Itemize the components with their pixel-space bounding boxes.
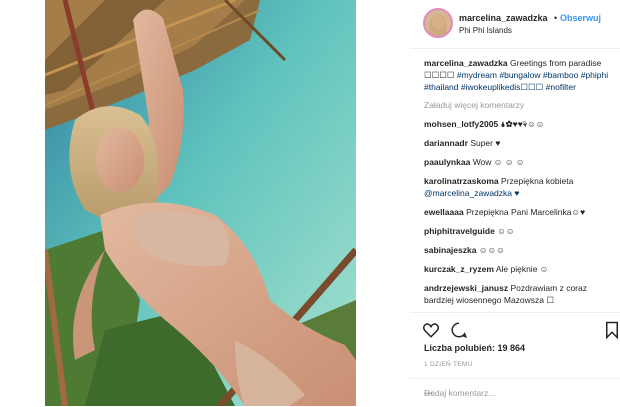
post-time[interactable]: 1 DZIEŃ TEMU: [424, 361, 473, 368]
avatar[interactable]: [423, 8, 453, 38]
post-photo[interactable]: [45, 0, 356, 406]
comment-username[interactable]: mohsen_lotfy2005: [424, 119, 498, 129]
instagram-post: marcelina_zawadzka • Obserwuj Phi Phi Is…: [0, 0, 620, 406]
comment: ewellaaaa Przepiękna Pani Marcelinka☺♥: [424, 206, 614, 218]
comment: kurczak_z_ryzem Ale pięknie ☺: [424, 263, 614, 275]
comment-username[interactable]: andrzejewski_janusz: [424, 283, 508, 293]
comment-username[interactable]: dariannadr: [424, 138, 468, 148]
comment-text: Przepiękna Pani Marcelinka☺♥: [466, 207, 586, 217]
post-location[interactable]: Phi Phi Islands: [459, 26, 512, 35]
action-bar: [410, 312, 620, 343]
caption: marcelina_zawadzka Greetings from paradi…: [424, 57, 614, 93]
comment-text: Ale pięknie ☺: [495, 264, 549, 274]
hashtag[interactable]: #bamboo: [543, 70, 578, 80]
comment: andrzejewski_janusz Pozdrawiam z coraz b…: [424, 282, 614, 306]
post-username[interactable]: marcelina_zawadzka: [459, 13, 548, 23]
comment: paaulynkaa Wow ☺ ☺ ☺: [424, 156, 614, 168]
comment-username[interactable]: ewellaaaa: [424, 207, 464, 217]
more-options-icon[interactable]: •••: [424, 388, 612, 398]
comment: dariannadr Super ♥: [424, 137, 614, 149]
comment-username[interactable]: phiphitravelguide: [424, 226, 495, 236]
comment-username[interactable]: karolinatrzaskoma: [424, 176, 499, 186]
hashtag[interactable]: #bungalow: [499, 70, 540, 80]
comment-text: Super ♥: [470, 138, 501, 148]
comments-list[interactable]: marcelina_zawadzka Greetings from paradi…: [424, 57, 614, 310]
avatar-image: [425, 10, 451, 36]
comment-text: ☺☺: [497, 226, 515, 236]
hashtag[interactable]: #iwokeuplikedis☐☐☐: [461, 82, 543, 92]
follow-button[interactable]: Obserwuj: [560, 13, 601, 23]
comment-text: Wow ☺ ☺ ☺: [472, 157, 525, 167]
comment-text: Przepiękna kobieta: [501, 176, 574, 186]
comment: karolinatrzaskoma Przepiękna kobieta @ma…: [424, 175, 614, 199]
comment-username[interactable]: kurczak_z_ryzem: [424, 264, 494, 274]
hashtag[interactable]: #mydream: [457, 70, 497, 80]
likes-count[interactable]: Liczba polubień: 19 864: [424, 343, 525, 353]
hashtag[interactable]: #phiphi: [581, 70, 608, 80]
post-sidebar: marcelina_zawadzka • Obserwuj Phi Phi Is…: [410, 0, 620, 406]
add-comment-bar: Dodaj komentarz... •••: [410, 378, 620, 407]
bookmark-icon[interactable]: [603, 321, 620, 339]
comment: sabinajeszka ☺☺☺: [424, 244, 614, 256]
hashtag[interactable]: #thailand: [424, 82, 459, 92]
post-header: marcelina_zawadzka • Obserwuj Phi Phi Is…: [410, 0, 620, 49]
comment-text: 🌢✿♥♥⚘☺☺: [500, 119, 545, 129]
comment-username[interactable]: sabinajeszka: [424, 245, 476, 255]
comment: phiphitravelguide ☺☺: [424, 225, 614, 237]
separator-dot: •: [554, 13, 558, 23]
hashtag[interactable]: #nofilter: [546, 82, 576, 92]
comment: mohsen_lotfy2005 🌢✿♥♥⚘☺☺: [424, 118, 614, 130]
comment-mention[interactable]: @marcelina_zawadzka ♥: [424, 188, 519, 198]
heart-icon[interactable]: [422, 321, 440, 339]
comment-icon[interactable]: [450, 321, 468, 339]
photo-illustration: [45, 0, 356, 406]
comment-username[interactable]: paaulynkaa: [424, 157, 470, 167]
caption-username[interactable]: marcelina_zawadzka: [424, 58, 508, 68]
comment-text: ☺☺☺: [478, 245, 505, 255]
load-more-comments[interactable]: Załaduj więcej komentarzy: [424, 100, 614, 110]
